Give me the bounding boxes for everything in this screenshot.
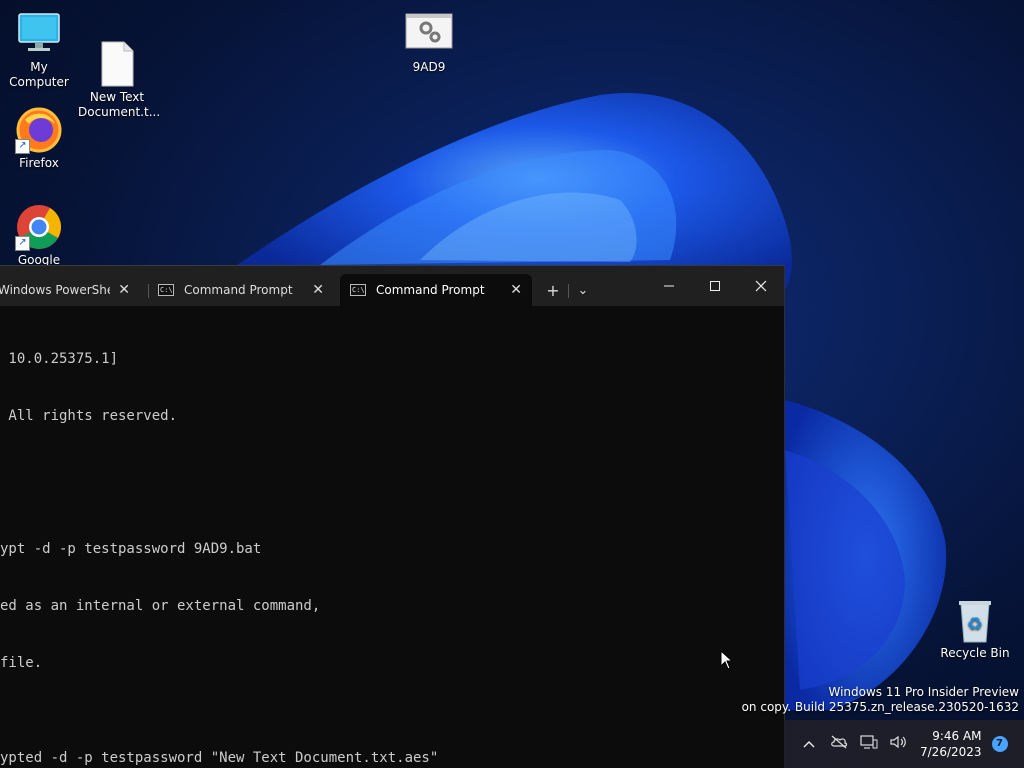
tab-command-prompt-1[interactable]: C:\ Command Prompt ✕ [148,274,334,306]
cmd-icon: C:\ [158,284,174,296]
close-icon[interactable]: ✕ [118,282,130,298]
close-window-button[interactable] [738,266,784,306]
monitor-icon [15,10,63,58]
text-file-icon [93,25,141,87]
terminal-line: 10.0.25375.1] [0,351,119,367]
clock-date: 7/26/2023 [920,745,982,759]
shortcut-arrow-icon: ↗ [15,139,30,154]
terminal-output[interactable]: 10.0.25375.1] All rights reserved. ypt -… [0,306,784,768]
desktop-icon-label: New Text Document.t... [78,90,161,119]
desktop-icon-my-computer[interactable]: My Computer [0,10,78,90]
desktop-icon-google-chrome[interactable]: ↗ Google [0,203,78,268]
desktop-icon-label: 9AD9 [412,60,446,74]
system-tray: 9:46 AM 7/26/2023 7 [784,720,1024,768]
chrome-icon: ↗ [15,203,63,251]
volume-icon[interactable] [884,735,914,753]
notification-badge[interactable]: 7 [991,736,1008,752]
watermark-line: Windows 11 Pro Insider Preview [828,685,1019,699]
desktop-icon-label: Firefox [19,156,59,170]
tab-title: Command Prompt [376,283,485,297]
desktop-icon-firefox[interactable]: ↗ Firefox [0,106,78,171]
minimize-button[interactable] [646,266,692,306]
close-icon [755,280,767,292]
desktop-icon-label: Recycle Bin [940,646,1010,660]
terminal-line: All rights reserved. [0,408,178,424]
tab-title: Command Prompt [184,283,293,297]
clock-time: 9:46 AM [932,729,982,743]
new-tab-button[interactable]: + [540,274,566,306]
tab-windows-powershell[interactable]: Windows PowerShell ✕ [0,274,140,306]
desktop: My Computer New Text Document.t... 9AD9 [0,0,1024,768]
terminal-line: ypted -d -p testpassword "New Text Docum… [0,750,439,766]
desktop-icon-9ad9[interactable]: 9AD9 [390,10,468,75]
desktop-icon-label: My Computer [9,60,69,89]
svg-text:♻: ♻ [967,614,983,635]
show-hidden-icons-chevron-up-icon[interactable] [794,736,824,752]
terminal-line: ypt -d -p testpassword 9AD9.bat [0,541,262,557]
shortcut-arrow-icon: ↗ [15,236,30,251]
terminal-line: ed as an internal or external command, [0,598,321,614]
tab-title: Windows PowerShell [0,283,110,297]
network-icon[interactable] [854,735,884,753]
mouse-cursor-icon [720,650,734,670]
watermark-line: on copy. Build 25375.zn_release.230520-1… [741,700,1019,714]
recycle-bin-icon: ♻ [951,596,999,644]
maximize-button[interactable] [692,266,738,306]
desktop-icon-recycle-bin[interactable]: ♻ Recycle Bin [936,596,1014,661]
terminal-tab-bar: Windows PowerShell ✕ C:\ Command Prompt … [0,266,784,306]
firefox-icon: ↗ [15,106,63,154]
minimize-icon [664,285,674,287]
tab-separator [568,284,569,298]
close-icon[interactable]: ✕ [510,282,522,298]
terminal-window[interactable]: Windows PowerShell ✕ C:\ Command Prompt … [0,265,785,768]
tab-command-prompt-active[interactable]: C:\ Command Prompt ✕ [340,274,532,306]
onedrive-offline-icon[interactable] [824,735,854,753]
clock[interactable]: 9:46 AM 7/26/2023 [920,728,982,760]
tab-dropdown-button[interactable]: ⌄ [570,274,596,306]
close-icon[interactable]: ✕ [312,282,324,298]
maximize-icon [710,281,720,291]
windows-build-watermark: Windows 11 Pro Insider Preview on copy. … [742,685,1019,715]
batch-file-gear-icon [405,10,453,58]
desktop-icon-new-text-document[interactable]: New Text Document.t... [78,10,161,135]
terminal-line: file. [0,655,43,671]
cmd-icon: C:\ [350,284,366,296]
